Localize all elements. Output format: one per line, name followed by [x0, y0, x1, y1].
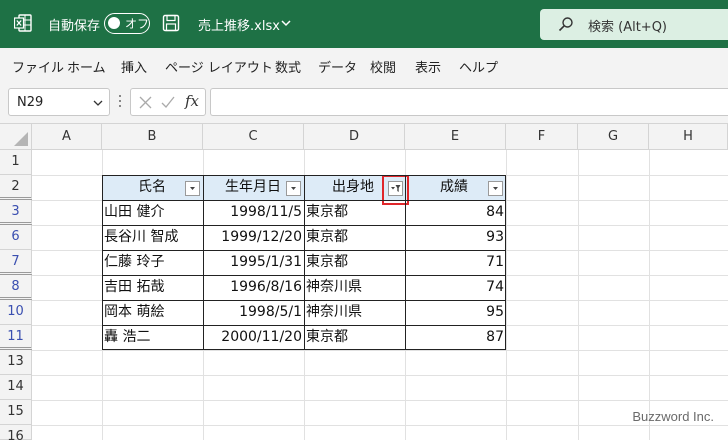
- column-header-c[interactable]: C: [203, 124, 304, 150]
- header-name: 氏名: [138, 179, 166, 195]
- cell-score[interactable]: 71: [405, 250, 506, 275]
- name-box[interactable]: N29: [8, 88, 110, 116]
- cell-birthdate[interactable]: 1995/1/31: [203, 250, 304, 275]
- row-header[interactable]: 6: [0, 225, 32, 250]
- column-header-e[interactable]: E: [405, 124, 506, 150]
- tab-help[interactable]: ヘルプ: [459, 57, 498, 76]
- cell-name[interactable]: 仁藤 玲子: [102, 250, 203, 275]
- chevron-down-icon[interactable]: [93, 98, 103, 108]
- insert-function-icon[interactable]: fx: [185, 92, 199, 110]
- column-header-h[interactable]: H: [649, 124, 728, 150]
- tab-view[interactable]: 表示: [415, 57, 441, 76]
- autosave-state: オフ: [125, 17, 150, 31]
- dropdown-arrow-icon: [493, 187, 498, 190]
- row-header[interactable]: 14: [0, 375, 32, 400]
- cell-score[interactable]: 93: [405, 225, 506, 250]
- dropdown-arrow-icon: [291, 187, 296, 190]
- cell-birthdate[interactable]: 2000/11/20: [203, 325, 304, 350]
- save-icon[interactable]: [162, 14, 180, 32]
- cell-birthdate[interactable]: 1999/12/20: [203, 225, 304, 250]
- column-header-b[interactable]: B: [102, 124, 203, 150]
- cell-origin[interactable]: 東京都: [304, 200, 405, 225]
- cell-name[interactable]: 轟 浩二: [102, 325, 203, 350]
- header-origin: 出身地: [332, 179, 374, 195]
- tab-insert[interactable]: 挿入: [121, 57, 147, 76]
- resize-handle-icon[interactable]: [118, 93, 122, 109]
- tab-page-layout[interactable]: ページ レイアウト: [165, 57, 273, 76]
- name-box-value: N29: [17, 95, 44, 110]
- cell-score[interactable]: 84: [405, 200, 506, 225]
- dropdown-arrow-icon: [190, 187, 195, 190]
- cell-name[interactable]: 長谷川 智成: [102, 225, 203, 250]
- column-header-g[interactable]: G: [578, 124, 649, 150]
- cell-score[interactable]: 74: [405, 275, 506, 300]
- table-border: [505, 175, 506, 350]
- chevron-down-icon[interactable]: [280, 17, 292, 29]
- cell-origin[interactable]: 東京都: [304, 250, 405, 275]
- table-border: [405, 175, 406, 350]
- excel-app-icon[interactable]: [14, 14, 32, 32]
- file-name[interactable]: 売上推移.xlsx: [198, 15, 280, 34]
- row-header[interactable]: 1: [0, 150, 32, 175]
- cell-birthdate[interactable]: 1996/8/16: [203, 275, 304, 300]
- tab-review[interactable]: 校閲: [370, 57, 396, 76]
- column-header-f[interactable]: F: [506, 124, 578, 150]
- row-header[interactable]: 16: [0, 425, 32, 440]
- filter-dropdown-button[interactable]: [488, 181, 503, 196]
- row-header[interactable]: 3: [0, 200, 32, 225]
- checkmark-icon[interactable]: [161, 96, 175, 109]
- row-header[interactable]: 10: [0, 300, 32, 325]
- row-header[interactable]: 8: [0, 275, 32, 300]
- table-border: [203, 175, 204, 350]
- table-border: [102, 175, 103, 350]
- cell-birthdate[interactable]: 1998/5/1: [203, 300, 304, 325]
- header-score: 成績: [440, 179, 468, 195]
- tab-home[interactable]: ホーム: [67, 57, 106, 76]
- cell-score[interactable]: 87: [405, 325, 506, 350]
- formula-bar: N29 fx: [0, 82, 728, 124]
- filter-dropdown-button[interactable]: [286, 181, 301, 196]
- autosave-toggle[interactable]: オフ: [104, 13, 150, 34]
- watermark: Buzzword Inc.: [632, 409, 714, 424]
- cell-birthdate[interactable]: 1998/11/5: [203, 200, 304, 225]
- worksheet-grid: A B C D E F G H 1 2 3 6 7 8 10 11 13 14 …: [0, 124, 728, 440]
- cell-name[interactable]: 岡本 萌絵: [102, 300, 203, 325]
- toggle-knob: [108, 17, 120, 29]
- cell-origin[interactable]: 神奈川県: [304, 300, 405, 325]
- column-header-d[interactable]: D: [304, 124, 405, 150]
- select-all-button[interactable]: [0, 124, 32, 150]
- row-header[interactable]: 11: [0, 325, 32, 350]
- autosave-label: 自動保存: [48, 19, 101, 34]
- formula-buttons: fx: [130, 88, 206, 116]
- row-header[interactable]: 15: [0, 400, 32, 425]
- row-header[interactable]: 13: [0, 350, 32, 375]
- filter-dropdown-button[interactable]: [185, 181, 200, 196]
- cell-origin[interactable]: 東京都: [304, 225, 405, 250]
- tab-file[interactable]: ファイル: [12, 57, 64, 76]
- cell-origin[interactable]: 神奈川県: [304, 275, 405, 300]
- title-bar: 自動保存 オフ 売上推移.xlsx 検索 (Alt+Q): [0, 0, 728, 48]
- cell-origin[interactable]: 東京都: [304, 325, 405, 350]
- cell-score[interactable]: 95: [405, 300, 506, 325]
- ribbon-tabs: ファイル ホーム 挿入 ページ レイアウト 数式 データ 校閲 表示 ヘルプ: [0, 48, 728, 82]
- search-icon: [558, 17, 573, 32]
- column-header-a[interactable]: A: [32, 124, 102, 150]
- cell-name[interactable]: 山田 健介: [102, 200, 203, 225]
- search-box[interactable]: 検索 (Alt+Q): [540, 9, 728, 40]
- cancel-icon[interactable]: [139, 96, 152, 109]
- tab-formulas[interactable]: 数式: [275, 57, 301, 76]
- row-header[interactable]: 2: [0, 175, 32, 200]
- header-birthdate: 生年月日: [225, 179, 281, 195]
- table-border: [304, 175, 305, 350]
- row-header[interactable]: 7: [0, 250, 32, 275]
- tab-data[interactable]: データ: [318, 57, 357, 76]
- search-placeholder: 検索 (Alt+Q): [588, 20, 668, 35]
- formula-input[interactable]: [210, 88, 728, 116]
- cell-name[interactable]: 吉田 拓哉: [102, 275, 203, 300]
